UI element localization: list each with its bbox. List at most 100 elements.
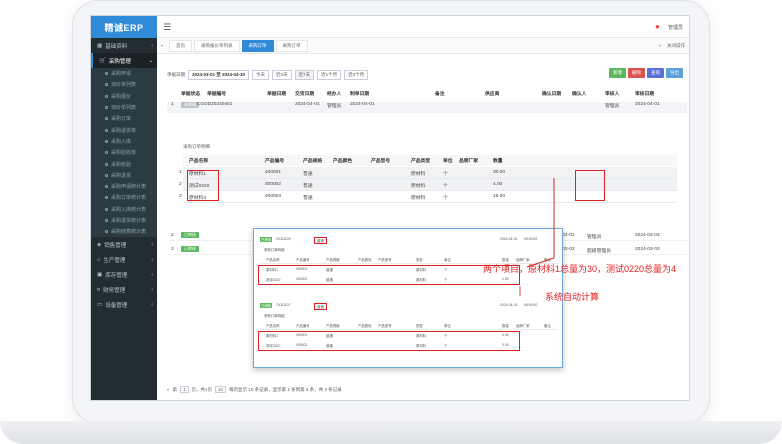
- detail-column-header: 数量: [493, 159, 503, 164]
- user-area[interactable]: ● 管理员: [655, 23, 683, 31]
- detail-cell-qty: 30.00: [493, 170, 506, 175]
- chevron-left-icon: ‹: [151, 271, 153, 278]
- tab-purchase-order[interactable]: 采购订单: [275, 39, 308, 52]
- sidebar-subitem[interactable]: 采购报价: [91, 90, 157, 102]
- sidebar-subitem[interactable]: 询价单列表: [91, 79, 157, 91]
- preview-column-header: 产品规格: [326, 324, 340, 328]
- preview-order-flag: 普通: [314, 237, 327, 244]
- chevron-left-icon: ‹: [151, 301, 153, 308]
- preview-column-header: 类型: [416, 258, 423, 262]
- sidebar-subitem-label: 采购订单: [111, 116, 132, 123]
- sidebar-subitem[interactable]: 采购申请: [91, 68, 157, 80]
- highlight-box-names: [187, 170, 219, 201]
- sidebar-group-item[interactable]: ◈ 销售管理 ‹: [91, 237, 157, 252]
- circle-icon: [105, 230, 108, 234]
- pagination: « 第 1 页，共1页 10 每页显示 10 条记录，显示第 1 条到第 3 条…: [167, 386, 342, 393]
- chip-1month[interactable]: 近1个月: [317, 70, 342, 80]
- column-header: 供应商: [485, 92, 500, 97]
- circle-icon: [105, 83, 108, 87]
- sidebar-group-label: 基础资料: [105, 43, 128, 50]
- action-button[interactable]: 查询: [647, 68, 664, 78]
- date-range-input[interactable]: 2024-03-01 至 2024-04-30: [188, 70, 250, 80]
- detail-cell-spec: 普通: [303, 184, 313, 189]
- detail-column-header: 产品规格: [303, 159, 323, 164]
- tab-purchase-order-active[interactable]: 采购订单: [241, 39, 274, 52]
- sidebar-subitem[interactable]: 采购结算统计表: [91, 226, 157, 238]
- circle-icon: [105, 151, 108, 155]
- sidebar-subitem-label: 采购验收单: [111, 150, 137, 157]
- circle-icon: [105, 173, 108, 177]
- sidebar-subitem-label: 采购退货: [111, 172, 132, 179]
- sidebar-subitem[interactable]: 采购订单统计表: [91, 192, 157, 204]
- detail-cell-idx: 1: [179, 170, 182, 175]
- detail-cell-spec: 普通: [303, 172, 313, 177]
- sidebar-subitem[interactable]: 询价单列表: [91, 101, 157, 114]
- order-code: CGDD20240401: [197, 102, 233, 107]
- tab-quotation-list[interactable]: 采购报价单列表: [194, 39, 240, 52]
- chip-7days[interactable]: 近7天: [294, 70, 315, 80]
- chip-today[interactable]: 今天: [252, 70, 270, 80]
- pager-page-input[interactable]: 1: [180, 386, 189, 393]
- app-logo[interactable]: 精诚ERP: [91, 16, 157, 38]
- detail-cell-code: 400001: [265, 170, 282, 175]
- sidebar-subitem[interactable]: 采购退货: [91, 169, 157, 181]
- preview-detail-title: 采购订单明细: [264, 314, 285, 318]
- table-row[interactable]: 1 未审核 CGDD20240401 2024-04-01 管理员 2024-0…: [167, 102, 687, 113]
- tab-scroll-right-icon[interactable]: »: [658, 43, 661, 49]
- sidebar-subitem[interactable]: 采购入库统计表: [91, 203, 157, 215]
- detail-column-header: 产品名称: [189, 159, 209, 164]
- sidebar-subitem[interactable]: 采购入库: [91, 135, 157, 148]
- sidebar-group-purchase[interactable]: 🛒 采购管理 ⌄: [91, 53, 157, 68]
- preview-order-code: CKD1107: [276, 303, 291, 307]
- column-header: 经办人: [327, 92, 342, 97]
- menu-toggle-icon[interactable]: ☰: [163, 22, 171, 33]
- sidebar-group-basic[interactable]: ▦ 基础资料 ‹: [91, 38, 157, 53]
- preview-column-header: 品牌厂家: [516, 324, 530, 328]
- preview-order-code: CKD1109: [276, 237, 291, 241]
- sidebar-subitem[interactable]: 采购验收单: [91, 147, 157, 159]
- detail-column-header: 产品编号: [265, 159, 285, 164]
- pager-size-select[interactable]: 10: [215, 386, 227, 393]
- sidebar-group-item[interactable]: ▭ 设备管理 ‹: [91, 297, 157, 312]
- detail-cell-unit: 个: [443, 172, 448, 177]
- circle-icon: [105, 117, 108, 121]
- tab-scroll-left-icon[interactable]: «: [157, 43, 167, 48]
- sidebar-subitem-label: 询价单列表: [111, 105, 137, 112]
- status-badge: 已审核: [181, 246, 199, 252]
- sidebar-subitem[interactable]: 采购退货统计表: [91, 214, 157, 227]
- app-screen: 精诚ERP ▦ 基础资料 ‹ 🛒 采购管理 ⌄ 采购申请 询价单列表 采购报价 询价单…: [90, 15, 690, 401]
- circle-icon: [105, 72, 108, 76]
- action-button[interactable]: 删除: [628, 68, 645, 78]
- sidebar-subitem[interactable]: 采购退货单: [91, 124, 157, 136]
- sidebar-group-item[interactable]: ▣ 库存管理 ‹: [91, 267, 157, 282]
- preview-column-header: 数量: [502, 324, 509, 328]
- sidebar: 精诚ERP ▦ 基础资料 ‹ 🛒 采购管理 ⌄ 采购申请 询价单列表 采购报价 询价单…: [91, 16, 157, 400]
- action-buttons: 新增 删除 查询 导出: [609, 68, 683, 78]
- tab-close-ops[interactable]: 关闭操作: [667, 43, 685, 49]
- sidebar-subitem[interactable]: 采购申请统计表: [91, 180, 157, 193]
- chevron-down-icon: ⌄: [148, 57, 153, 64]
- action-button[interactable]: 新增: [609, 68, 626, 78]
- column-header: 审核人: [605, 92, 620, 97]
- sidebar-subitem[interactable]: 采购检验: [91, 158, 157, 170]
- sidebar-group-item[interactable]: ⌂ 生产管理 ‹: [91, 252, 157, 267]
- action-button[interactable]: 导出: [666, 68, 683, 78]
- cart-icon: 🛒: [99, 57, 106, 64]
- order-approver: 管理员: [605, 104, 620, 109]
- sidebar-subitem-label: 采购退货单: [111, 127, 137, 134]
- sidebar-subitem[interactable]: 采购订单: [91, 113, 157, 125]
- chip-3days[interactable]: 近3天: [272, 70, 292, 80]
- pager-prev[interactable]: «: [167, 387, 170, 392]
- sidebar-group-item[interactable]: ¤ 财务管理 ‹: [91, 282, 157, 297]
- pager-info: 每页显示 10 条记录，显示第 1 条到第 3 条，共 3 条记录: [229, 386, 342, 392]
- preview-column-header: 备注: [544, 324, 551, 328]
- detail-cell-type: 原材料: [411, 196, 426, 201]
- detail-cell-spec: 普通: [303, 196, 313, 201]
- row-cell-approve_date: 2024-03-03: [635, 233, 660, 238]
- pager-of: 页，共1页: [191, 386, 213, 392]
- chip-3months[interactable]: 近3个月: [344, 70, 369, 80]
- tab-home[interactable]: 首页: [169, 39, 192, 52]
- sidebar-subitem-label: 采购退货统计表: [111, 218, 147, 224]
- sidebar-subitem-label: 采购订单统计表: [111, 195, 147, 202]
- preview-column-header: 类型: [416, 324, 423, 328]
